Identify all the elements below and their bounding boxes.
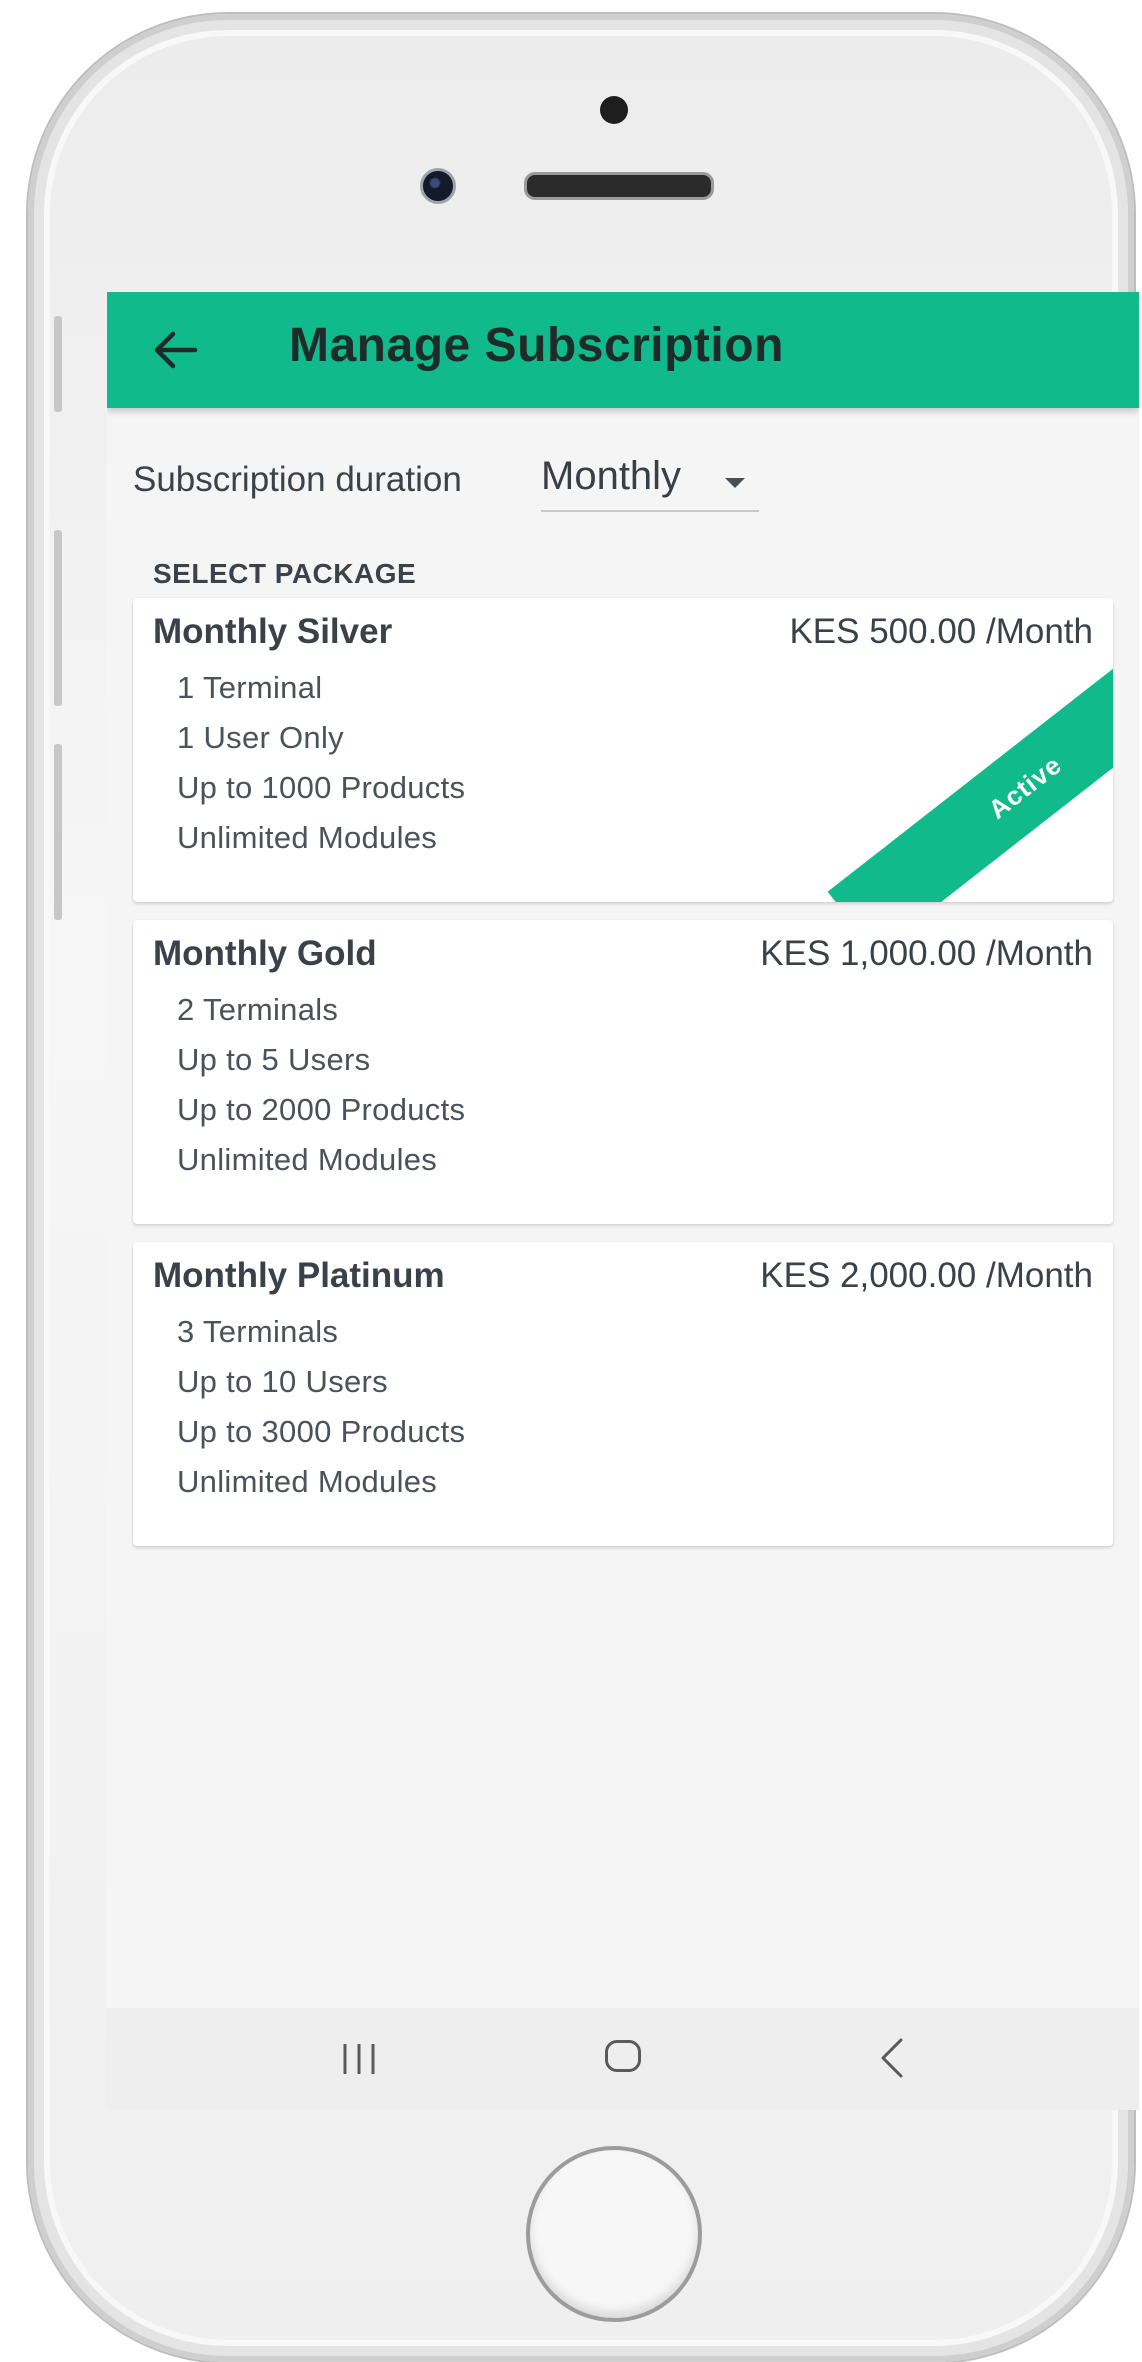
silent-switch — [54, 316, 62, 412]
front-camera — [420, 168, 456, 204]
package-feature: 1 User Only — [177, 720, 344, 755]
package-feature: Unlimited Modules — [177, 1464, 438, 1499]
system-nav-bar — [107, 2008, 1139, 2110]
subscription-duration-select[interactable]: Monthly — [541, 448, 759, 512]
package-feature: 2 Terminals — [177, 992, 339, 1027]
package-feature: Up to 3000 Products — [177, 1414, 466, 1449]
hardware-home-button — [526, 2146, 702, 2322]
package-feature: Up to 1000 Products — [177, 770, 466, 805]
package-price: KES 2,000.00 /Month — [760, 1256, 1093, 1295]
app-bar: Manage Subscription — [107, 292, 1139, 408]
chevron-left-icon[interactable] — [877, 2036, 907, 2080]
package-feature: Unlimited Modules — [177, 1142, 438, 1177]
package-feature: Up to 10 Users — [177, 1364, 388, 1399]
package-feature: Unlimited Modules — [177, 820, 438, 855]
package-card-gold[interactable]: Monthly Gold KES 1,000.00 /Month 2 Termi… — [133, 920, 1113, 1224]
section-title: SELECT PACKAGE — [153, 558, 417, 589]
package-feature: 3 Terminals — [177, 1314, 339, 1349]
package-feature: 1 Terminal — [177, 670, 323, 705]
home-icon[interactable] — [605, 2040, 641, 2072]
package-name: Monthly Gold — [153, 934, 377, 973]
package-feature: Up to 2000 Products — [177, 1092, 466, 1127]
package-feature: Up to 5 Users — [177, 1042, 371, 1077]
screen: Manage Subscription Subscription duratio… — [107, 292, 1139, 2110]
package-price: KES 1,000.00 /Month — [760, 934, 1093, 973]
subscription-duration-label: Subscription duration — [133, 460, 462, 499]
volume-up-button — [54, 530, 62, 706]
phone-frame: Manage Subscription Subscription duratio… — [28, 14, 1139, 2362]
package-card-platinum[interactable]: Monthly Platinum KES 2,000.00 /Month 3 T… — [133, 1242, 1113, 1546]
arrow-left-icon[interactable] — [151, 328, 199, 372]
caret-down-icon — [725, 478, 745, 488]
proximity-sensor — [600, 96, 628, 124]
active-ribbon: Active — [753, 598, 1113, 902]
volume-down-button — [54, 744, 62, 920]
package-name: Monthly Platinum — [153, 1256, 445, 1295]
package-name: Monthly Silver — [153, 612, 393, 651]
recent-apps-icon[interactable] — [339, 2042, 379, 2076]
active-badge: Active — [827, 620, 1113, 902]
package-card-silver[interactable]: Monthly Silver KES 500.00 /Month 1 Termi… — [133, 598, 1113, 902]
earpiece-speaker — [524, 172, 714, 200]
page-title: Manage Subscription — [289, 319, 784, 372]
subscription-duration-value: Monthly — [541, 454, 682, 498]
